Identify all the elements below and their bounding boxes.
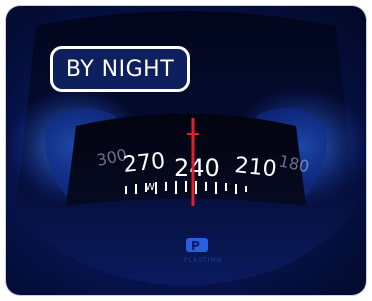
scale-number-240: 240 xyxy=(174,154,220,182)
brand-text: PLASTIMO xyxy=(184,257,222,264)
svg-text:P: P xyxy=(191,239,200,253)
photo-frame: 300 270 240 210 180 W P PLASTIMO BY NIGH… xyxy=(6,6,366,295)
cardinal-west: W xyxy=(145,182,155,193)
by-night-badge: BY NIGHT xyxy=(50,46,190,92)
scale-number-270: 270 xyxy=(122,149,166,178)
scale-number-210: 210 xyxy=(233,153,277,182)
plastimo-logo-icon: P xyxy=(186,238,208,253)
